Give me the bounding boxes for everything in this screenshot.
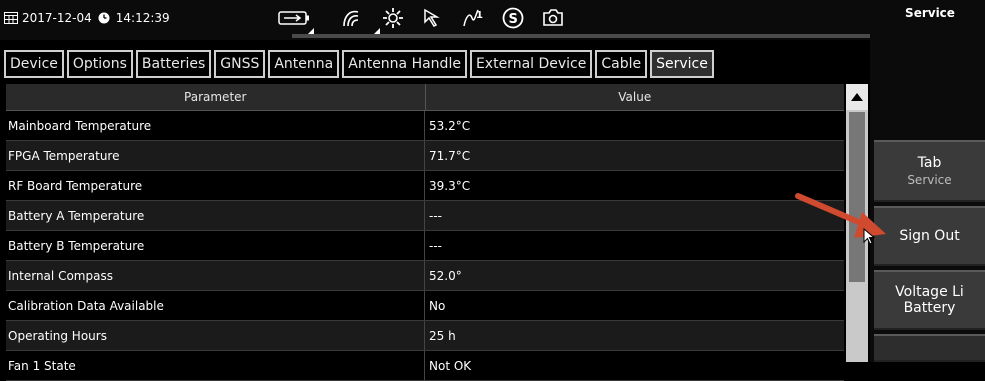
annotation-arrow [795,193,886,238]
tab-antenna[interactable]: Antenna [268,50,340,78]
table-row[interactable]: FPGA Temperature 71.7°C [6,141,844,171]
tab-bar: Device Options Batteries GNSS Antenna An… [4,50,717,78]
parameter-cell: Mainboard Temperature [6,111,425,140]
value-cell: Not OK [429,358,472,373]
table-row[interactable]: Battery A Temperature --- [6,201,844,231]
time-text: 14:12:39 [115,11,170,25]
date-text: 2017-12-04 [22,11,92,25]
tab-external-device[interactable]: External Device [469,50,593,78]
toolbar-icons: 1 S [340,6,580,30]
value-cell: 71.7°C [429,148,471,163]
value-cell: 53.2°C [429,118,471,133]
tab-gnss[interactable]: GNSS [214,50,266,78]
calendar-icon [4,12,18,24]
table-row[interactable]: Operating Hours 25 h [6,321,844,351]
table-row[interactable]: Mainboard Temperature 53.2°C [6,111,844,141]
datetime-display: 2017-12-04 14:12:39 [4,8,170,28]
parameter-cell: Calibration Data Available [6,291,425,320]
app-screen: 2017-12-04 14:12:39 1 S Service Device O… [0,0,985,381]
tab-options[interactable]: Options [66,50,133,78]
table-row[interactable]: RF Board Temperature 39.3°C [6,171,844,201]
softkey-voltage-li-battery[interactable]: Voltage Li Battery [874,270,985,330]
value-cell: --- [429,238,442,253]
value-cell: 25 h [429,328,456,343]
camera-icon[interactable] [540,6,566,30]
tab-batteries[interactable]: Batteries [135,50,212,78]
value-cell: No [429,298,446,313]
softkey-label-line2: Battery [903,300,956,316]
value-cell: 52.0° [429,268,462,283]
column-header-parameter[interactable]: Parameter [6,84,426,110]
parameter-cell: Operating Hours [6,321,425,350]
table-row[interactable]: Calibration Data Available No [6,291,844,321]
status-bar: 2017-12-04 14:12:39 1 S [0,0,870,40]
service-parameter-table: Parameter Value Mainboard Temperature 53… [6,84,844,381]
status-bar-underline [292,34,870,38]
value-cell: 39.3°C [429,178,471,193]
tab-cable[interactable]: Cable [595,50,648,78]
gear-icon[interactable] [380,6,406,30]
softkey-label: Sign Out [899,228,960,244]
parameter-cell: FPGA Temperature [6,141,425,170]
parameter-cell: Battery A Temperature [6,201,425,230]
table-header: Parameter Value [6,84,844,111]
table-row[interactable]: Battery B Temperature --- [6,231,844,261]
softkey-panel-title: Service [905,6,955,20]
clock-icon [98,12,110,24]
column-header-value[interactable]: Value [426,84,845,110]
tab-antenna-handle[interactable]: Antenna Handle [342,50,467,78]
tab-device[interactable]: Device [4,50,64,78]
softkey-sublabel: Service [907,173,952,187]
parameter-cell: RF Board Temperature [6,171,425,200]
cursor-mode-icon[interactable] [420,6,446,30]
battery-icon[interactable] [278,10,310,26]
mouse-pointer-icon [863,228,876,245]
parameter-cell: Internal Compass [6,261,425,290]
marker-icon[interactable]: 1 [460,6,486,30]
svg-text:S: S [509,12,518,27]
chevron-up-icon [851,93,863,101]
s-circle-icon[interactable]: S [500,6,526,30]
scroll-up-button[interactable] [846,84,868,110]
table-row[interactable]: Internal Compass 52.0° [6,261,844,291]
value-cell: --- [429,208,442,223]
parameter-cell: Battery B Temperature [6,231,425,260]
softkey-label: Tab [917,155,942,171]
svg-text:1: 1 [476,10,483,21]
softkey-label: Voltage Li [895,284,964,300]
signal-icon[interactable] [340,6,366,30]
softkey-empty[interactable] [874,334,985,362]
parameter-cell: Fan 1 State [6,351,425,380]
tab-service[interactable]: Service [650,50,714,78]
table-row[interactable]: Fan 1 State Not OK [6,351,844,381]
